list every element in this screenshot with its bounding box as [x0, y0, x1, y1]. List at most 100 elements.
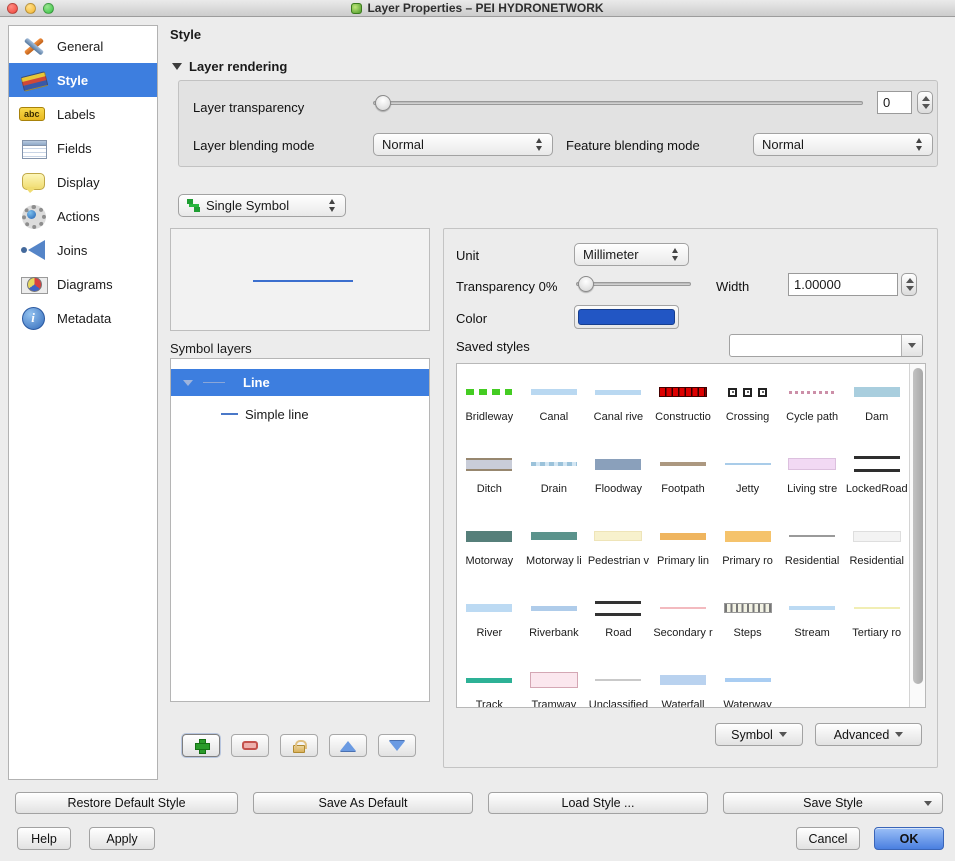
style-item-label: LockedRoad: [844, 483, 909, 495]
style-item[interactable]: Primary ro: [715, 508, 780, 580]
saved-styles-label: Saved styles: [456, 339, 530, 354]
style-item[interactable]: Residential: [844, 508, 909, 580]
style-item[interactable]: Living stre: [780, 436, 845, 508]
crossing-line-swatch: [715, 384, 780, 400]
style-item[interactable]: Waterfall: [651, 652, 716, 708]
layer-transparency-stepper[interactable]: [917, 91, 933, 114]
advanced-menu-button[interactable]: Advanced: [815, 723, 922, 746]
lock-symbol-layer-button[interactable]: [280, 734, 318, 757]
save-as-default-button[interactable]: Save As Default: [253, 792, 473, 814]
style-item[interactable]: Road: [586, 580, 651, 652]
restore-default-style-button[interactable]: Restore Default Style: [15, 792, 238, 814]
style-item-label: Motorway li: [522, 555, 587, 567]
sidebar-item-label: Diagrams: [57, 277, 113, 292]
combo-dropdown-button[interactable]: [901, 335, 922, 356]
minimize-window-button[interactable]: [25, 3, 36, 14]
color-button[interactable]: [574, 305, 679, 329]
sidebar-item-joins[interactable]: Joins: [9, 233, 157, 267]
style-item[interactable]: Crossing: [715, 364, 780, 436]
unit-dropdown[interactable]: Millimeter: [574, 243, 689, 266]
style-item[interactable]: Motorway: [457, 508, 522, 580]
style-item[interactable]: Tertiary ro: [844, 580, 909, 652]
remove-symbol-layer-button[interactable]: [231, 734, 269, 757]
layer-blending-dropdown[interactable]: Normal: [373, 133, 553, 156]
zoom-window-button[interactable]: [43, 3, 54, 14]
help-button[interactable]: Help: [17, 827, 71, 850]
style-item[interactable]: Bridleway: [457, 364, 522, 436]
style-item[interactable]: Tramway: [522, 652, 587, 708]
feature-blending-dropdown[interactable]: Normal: [753, 133, 933, 156]
sidebar-item-diagrams[interactable]: Diagrams: [9, 267, 157, 301]
style-item[interactable]: Pedestrian v: [586, 508, 651, 580]
style-item[interactable]: Canal: [522, 364, 587, 436]
sidebar-item-fields[interactable]: Fields: [9, 131, 157, 165]
style-item[interactable]: Floodway: [586, 436, 651, 508]
layer-rendering-header[interactable]: Layer rendering: [172, 59, 287, 74]
motorwaylink-line-swatch: [522, 528, 587, 544]
style-item[interactable]: Waterway: [715, 652, 780, 708]
style-item[interactable]: Ditch: [457, 436, 522, 508]
style-item[interactable]: Cycle path: [780, 364, 845, 436]
down-triangle-icon: [895, 732, 903, 737]
symbol-layer-toolbar: [182, 734, 416, 757]
sidebar-item-actions[interactable]: Actions: [9, 199, 157, 233]
cyclepath-line-swatch: [780, 384, 845, 400]
paintbrush-icon: [19, 67, 49, 93]
sidebar-item-metadata[interactable]: Metadata: [9, 301, 157, 335]
style-item[interactable]: Drain: [522, 436, 587, 508]
move-up-button[interactable]: [329, 734, 367, 757]
style-item[interactable]: Riverbank: [522, 580, 587, 652]
help-label: Help: [31, 832, 57, 846]
style-item[interactable]: Primary lin: [651, 508, 716, 580]
tree-row-line[interactable]: Line: [171, 369, 429, 396]
style-item[interactable]: Footpath: [651, 436, 716, 508]
sidebar-item-general[interactable]: General: [9, 29, 157, 63]
secondary-line-swatch: [651, 600, 716, 616]
style-item[interactable]: Canal rive: [586, 364, 651, 436]
unit-value: Millimeter: [583, 247, 639, 262]
ok-button[interactable]: OK: [874, 827, 944, 850]
style-item[interactable]: Jetty: [715, 436, 780, 508]
style-item[interactable]: Unclassified: [586, 652, 651, 708]
layer-transparency-slider[interactable]: [373, 93, 863, 113]
down-triangle-icon: [389, 741, 405, 751]
style-item[interactable]: Motorway li: [522, 508, 587, 580]
style-item[interactable]: Steps: [715, 580, 780, 652]
load-style-button[interactable]: Load Style ...: [488, 792, 708, 814]
updown-arrows-icon: [535, 138, 544, 151]
style-item[interactable]: River: [457, 580, 522, 652]
add-symbol-layer-button[interactable]: [182, 734, 220, 757]
close-window-button[interactable]: [7, 3, 18, 14]
width-input[interactable]: 1.00000: [788, 273, 898, 296]
scrollbar-thumb[interactable]: [913, 368, 923, 684]
sidebar-item-style[interactable]: Style: [9, 63, 157, 97]
symbol-menu-button[interactable]: Symbol: [715, 723, 803, 746]
tree-row-simple-line[interactable]: Simple line: [171, 401, 429, 427]
vertical-scrollbar[interactable]: [909, 364, 925, 707]
save-style-button[interactable]: Save Style: [723, 792, 943, 814]
renderer-dropdown[interactable]: Single Symbol: [178, 194, 346, 217]
style-item[interactable]: Residential: [780, 508, 845, 580]
slider-knob[interactable]: [375, 95, 391, 111]
style-item[interactable]: Track: [457, 652, 522, 708]
style-item[interactable]: Dam: [844, 364, 909, 436]
move-down-button[interactable]: [378, 734, 416, 757]
style-item-label: Ditch: [457, 483, 522, 495]
symbol-transparency-slider[interactable]: [576, 274, 691, 294]
style-item[interactable]: Stream: [780, 580, 845, 652]
load-style-label: Load Style ...: [562, 796, 635, 810]
style-item[interactable]: Constructio: [651, 364, 716, 436]
saved-styles-combo[interactable]: [729, 334, 923, 357]
residential1-line-swatch: [780, 528, 845, 544]
width-stepper[interactable]: [901, 273, 917, 296]
sidebar-item-display[interactable]: Display: [9, 165, 157, 199]
slider-knob[interactable]: [578, 276, 594, 292]
tramway-line-swatch: [522, 672, 587, 688]
layer-transparency-value-input[interactable]: 0: [877, 91, 912, 114]
apply-button[interactable]: Apply: [89, 827, 155, 850]
expand-triangle-icon[interactable]: [183, 380, 193, 386]
cancel-button[interactable]: Cancel: [796, 827, 860, 850]
style-item[interactable]: LockedRoad: [844, 436, 909, 508]
style-item[interactable]: Secondary r: [651, 580, 716, 652]
sidebar-item-labels[interactable]: Labels: [9, 97, 157, 131]
